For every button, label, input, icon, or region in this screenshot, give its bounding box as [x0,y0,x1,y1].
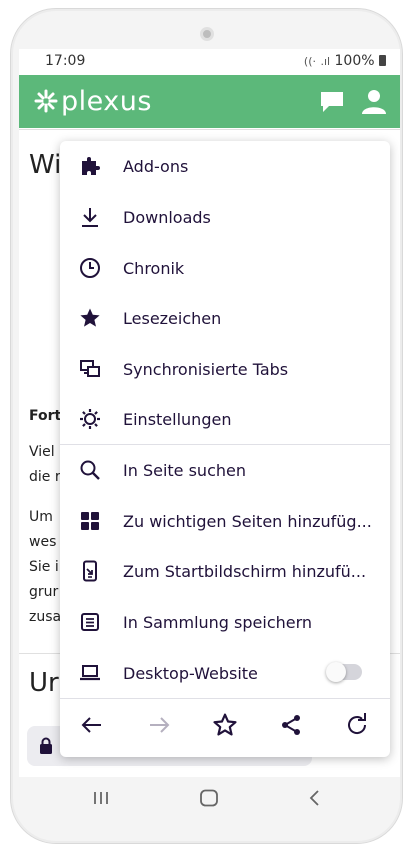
toggle-knob [326,662,346,682]
app-header: plexus [19,75,400,128]
wifi-icon: ((· [303,55,316,68]
recent-apps-icon[interactable] [92,789,110,807]
download-icon [78,205,102,229]
menu-item-find-in-page[interactable]: In Seite suchen [60,445,390,495]
page-line: zusa [29,609,62,625]
share-icon [282,715,300,735]
search-icon [78,458,102,482]
battery-percent: 100% [334,53,375,69]
status-time: 17:09 [45,53,86,69]
lock-icon [40,737,52,754]
plexus-logo[interactable]: plexus [33,83,152,119]
status-right: ((· .ıl 100% [304,53,386,69]
page-line: Sie i [29,559,59,575]
arrow-left-icon [81,717,101,733]
page-line: Viel [29,444,55,460]
forward-button[interactable] [141,707,177,743]
star-outline-icon [213,713,237,736]
menu-item-downloads[interactable]: Downloads [60,192,390,242]
menu-item-bookmarks[interactable]: Lesezeichen [60,293,390,343]
clock-icon [78,256,102,280]
page-line: wes [29,534,57,550]
front-camera [200,27,214,41]
back-nav-icon[interactable] [308,789,322,807]
puzzle-icon [78,154,102,178]
page-heading: Wi [29,150,62,180]
menu-item-label: Synchronisierte Tabs [123,359,289,379]
reload-icon [348,713,367,734]
plexus-star-icon [34,89,58,113]
menu-item-history[interactable]: Chronik [60,243,390,293]
share-button[interactable] [273,707,309,743]
browser-overflow-menu: Add-ons Downloads Chronik Lesezeichen Sy… [60,141,390,757]
page-subheading: Fort [29,408,62,424]
menu-item-label: Downloads [123,207,211,227]
arrow-right-icon [150,717,170,733]
menu-item-label: Zu wichtigen Seiten hinzufüg... [123,511,372,531]
menu-item-desktop-website[interactable]: Desktop-Website [60,648,390,698]
signal-icon: .ıl [320,55,331,68]
menu-item-label: Desktop-Website [123,663,258,683]
add-to-homescreen-icon [78,559,102,583]
menu-item-label: Chronik [123,258,185,278]
system-navigation-bar [19,777,400,827]
battery-icon [379,55,386,66]
chat-icon[interactable] [319,88,347,116]
menu-divider [60,698,390,699]
menu-item-label: In Sammlung speichern [123,612,313,632]
logo-text: plexus [61,85,152,117]
star-filled-icon [78,306,102,330]
page-heading-2: Ur [29,668,59,698]
page-line: die r [29,469,61,485]
menu-item-label: In Seite suchen [123,460,246,480]
laptop-icon [78,661,102,685]
menu-item-label: Einstellungen [123,409,232,429]
home-icon[interactable] [199,789,219,807]
menu-item-label: Zum Startbildschirm hinzufü... [123,561,367,581]
menu-item-synced-tabs[interactable]: Synchronisierte Tabs [60,344,390,394]
reload-button[interactable] [339,707,375,743]
menu-item-add-to-top-sites[interactable]: Zu wichtigen Seiten hinzufüg... [60,496,390,546]
page-line: Um [29,509,53,525]
menu-item-save-to-collection[interactable]: In Sammlung speichern [60,597,390,647]
status-bar: 17:09 ((· .ıl 100% [19,49,400,75]
back-button[interactable] [74,707,110,743]
menu-item-addons[interactable]: Add-ons [60,141,390,191]
collection-icon [78,610,102,634]
menu-item-settings[interactable]: Einstellungen [60,394,390,444]
user-icon[interactable] [360,88,388,116]
menu-item-label: Add-ons [123,156,189,176]
desktop-website-toggle[interactable] [326,662,362,682]
menu-item-label: Lesezeichen [123,308,222,328]
gear-icon [78,407,102,431]
synced-tabs-icon [78,357,102,381]
page-line: grur [29,584,59,600]
menu-item-add-to-homescreen[interactable]: Zum Startbildschirm hinzufü... [60,546,390,596]
grid-icon [78,509,102,533]
content-divider [19,129,400,130]
bookmark-button[interactable] [207,707,243,743]
